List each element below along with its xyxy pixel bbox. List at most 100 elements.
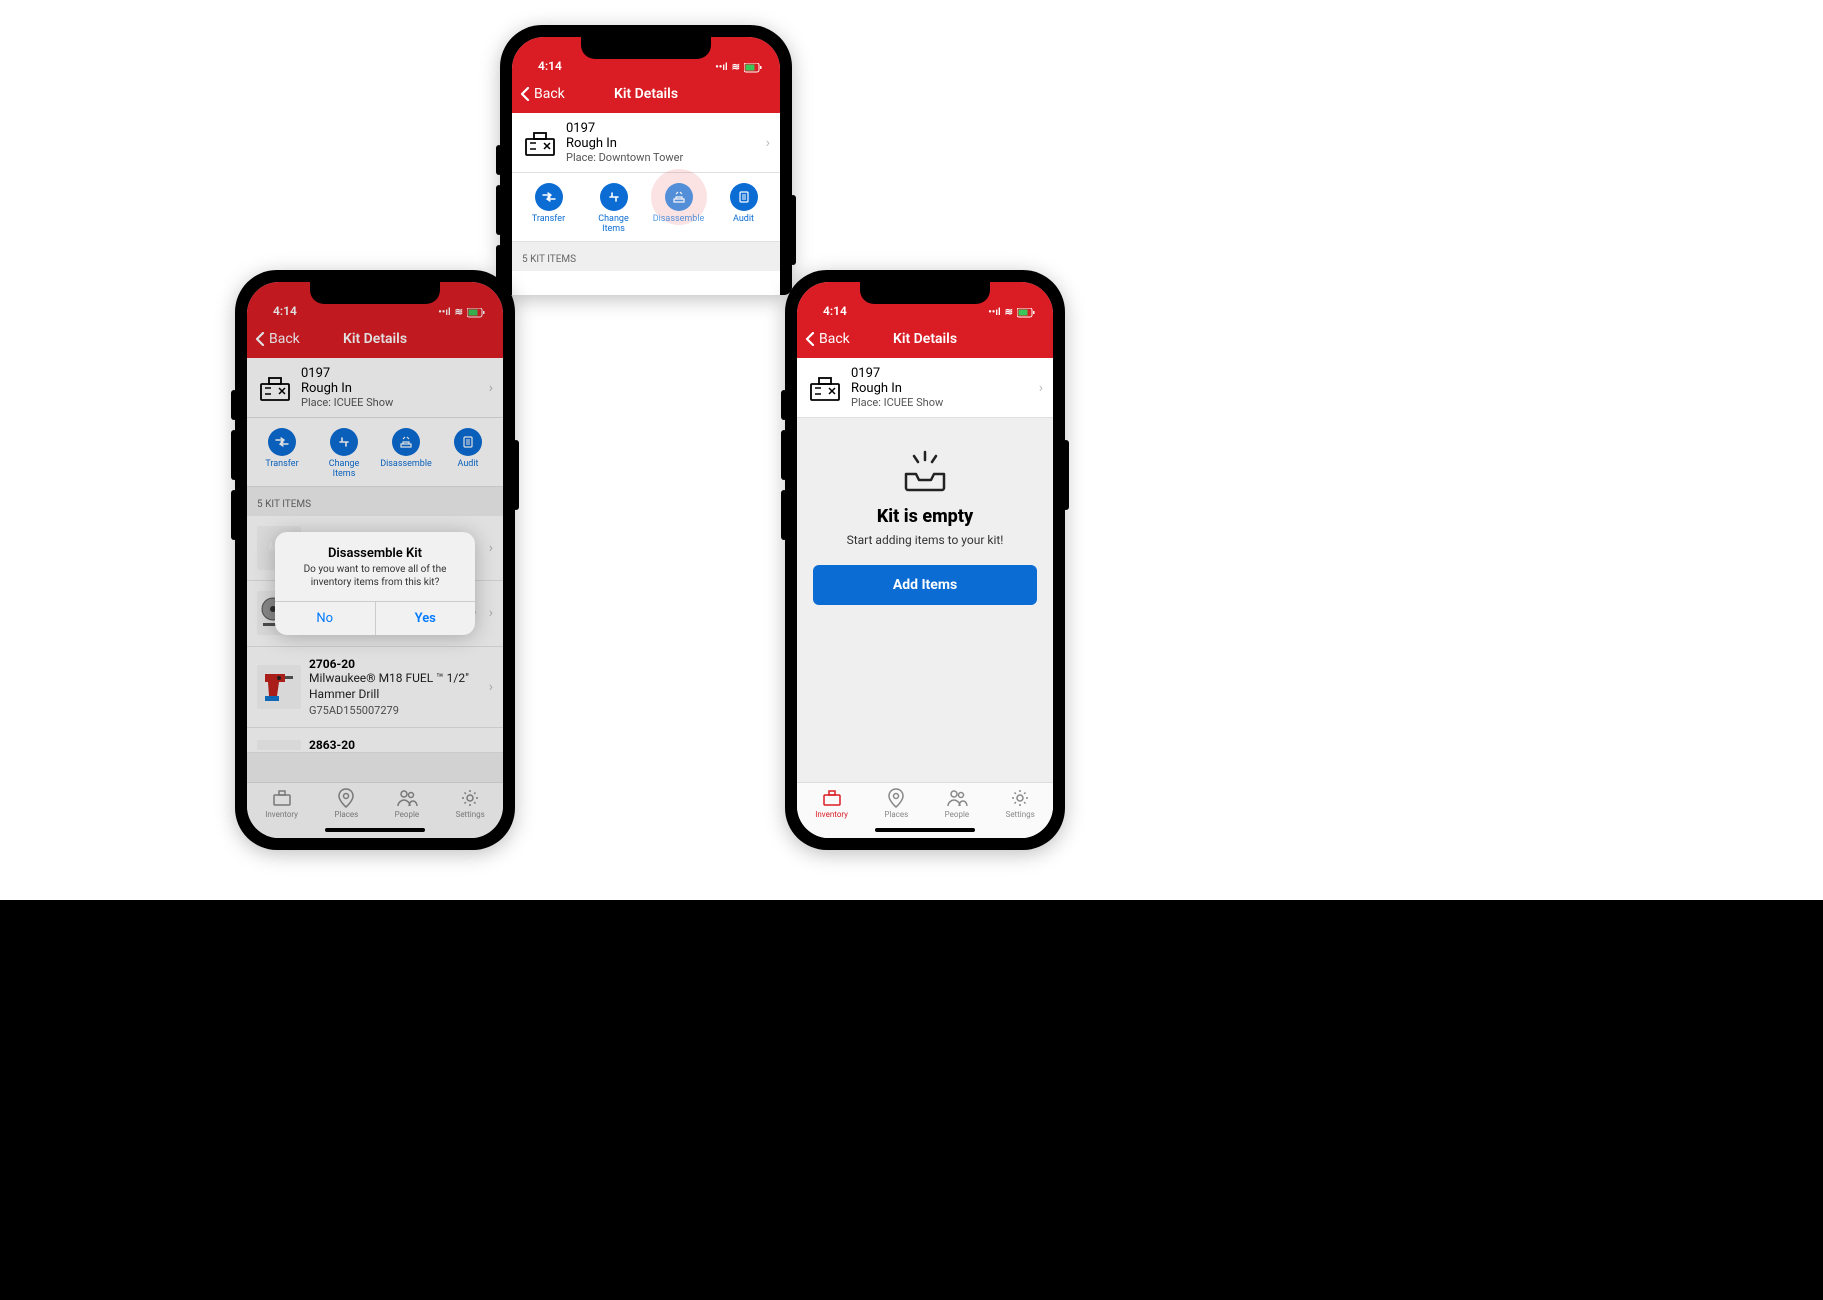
kit-id: 0197: [566, 121, 766, 136]
home-indicator[interactable]: [875, 828, 975, 832]
nav-bar: Back Kit Details: [247, 320, 503, 358]
signal-icon: ••ıl: [438, 307, 450, 318]
battery-icon: [1017, 308, 1035, 318]
kit-name: Rough In: [851, 381, 1039, 396]
device-notch: [581, 37, 711, 59]
phone-frame-left: 4:14 ••ıl ≋ Back Kit Details: [235, 270, 515, 850]
inventory-icon: [821, 787, 843, 809]
tab-label: Settings: [1006, 810, 1035, 819]
disassemble-alert: Disassemble Kit Do you want to remove al…: [275, 532, 475, 635]
kit-header-row[interactable]: 0197 Rough In Place: ICUEE Show ›: [247, 358, 503, 418]
list-item[interactable]: 2706-20 Milwaukee® M18 FUEL ™ 1/2" Hamme…: [247, 647, 503, 728]
transfer-button[interactable]: Transfer: [519, 183, 579, 235]
battery-icon: [467, 308, 485, 318]
tool-thumb: [257, 665, 301, 709]
page-title: Kit Details: [614, 86, 678, 102]
tab-label: Inventory: [265, 810, 298, 819]
tab-label: Settings: [456, 810, 485, 819]
change-items-label: Change Items: [329, 460, 360, 480]
wifi-icon: ≋: [455, 307, 463, 318]
tab-settings[interactable]: Settings: [1006, 787, 1035, 824]
kit-header-row[interactable]: 0197 Rough In Place: ICUEE Show ›: [797, 358, 1053, 418]
home-indicator[interactable]: [325, 828, 425, 832]
settings-icon: [1009, 787, 1031, 809]
audit-label: Audit: [733, 215, 754, 225]
settings-icon: [459, 787, 481, 809]
tab-label: People: [945, 810, 969, 819]
tab-inventory[interactable]: Inventory: [265, 787, 298, 824]
chevron-right-icon: ›: [489, 380, 493, 396]
places-icon: [335, 787, 357, 809]
chevron-left-icon: [520, 87, 532, 101]
action-row: Transfer Change Items Disassemble: [512, 173, 780, 242]
device-notch: [310, 282, 440, 304]
change-items-button[interactable]: Change Items: [584, 183, 644, 235]
audit-button[interactable]: Audit: [714, 183, 774, 235]
change-items-button[interactable]: Change Items: [314, 428, 374, 480]
alert-no-button[interactable]: No: [275, 602, 375, 635]
tab-label: Places: [884, 810, 908, 819]
kit-place: Place: ICUEE Show: [301, 396, 489, 409]
kit-header-row[interactable]: 0197 Rough In Place: Downtown Tower ›: [512, 113, 780, 173]
back-button[interactable]: Back: [247, 331, 300, 347]
tab-settings[interactable]: Settings: [456, 787, 485, 824]
transfer-icon: [535, 183, 563, 211]
back-button[interactable]: Back: [797, 331, 850, 347]
screen-top: 4:14 ••ıl ≋ Back Kit Details: [512, 37, 780, 295]
kit-icon: [522, 125, 558, 161]
people-icon: [396, 787, 418, 809]
chevron-right-icon: ›: [489, 679, 493, 695]
transfer-button[interactable]: Transfer: [252, 428, 312, 480]
kit-place: Place: Downtown Tower: [566, 151, 766, 164]
tab-people[interactable]: People: [945, 787, 969, 824]
kit-items-header: 5 KIT ITEMS: [512, 242, 780, 271]
kit-icon: [257, 370, 293, 406]
transfer-icon: [268, 428, 296, 456]
disassemble-button[interactable]: Disassemble: [649, 183, 709, 235]
back-label: Back: [819, 331, 850, 347]
tab-places[interactable]: Places: [334, 787, 358, 824]
disassemble-icon: [392, 428, 420, 456]
screen-left: 4:14 ••ıl ≋ Back Kit Details: [247, 282, 503, 838]
chevron-left-icon: [255, 332, 267, 346]
chevron-right-icon: ›: [1039, 380, 1043, 396]
kit-name: Rough In: [566, 136, 766, 151]
status-icons: ••ıl ≋: [715, 62, 762, 73]
empty-subtitle: Start adding items to your kit!: [847, 533, 1004, 547]
audit-icon: [730, 183, 758, 211]
kit-items-header: 5 KIT ITEMS: [247, 487, 503, 516]
audit-button[interactable]: Audit: [438, 428, 498, 480]
empty-title: Kit is empty: [877, 506, 973, 527]
back-button[interactable]: Back: [512, 86, 565, 102]
audit-label: Audit: [458, 460, 479, 470]
chevron-left-icon: [805, 332, 817, 346]
nav-bar: Back Kit Details: [797, 320, 1053, 358]
status-icons: ••ıl ≋: [988, 307, 1035, 318]
tab-places[interactable]: Places: [884, 787, 908, 824]
tab-inventory[interactable]: Inventory: [815, 787, 848, 824]
transfer-label: Transfer: [532, 215, 565, 225]
list-item[interactable]: 2863-20: [247, 728, 503, 753]
audit-icon: [454, 428, 482, 456]
tab-people[interactable]: People: [395, 787, 419, 824]
alert-message: Do you want to remove all of the invento…: [287, 563, 463, 589]
tab-label: Places: [334, 810, 358, 819]
alert-yes-button[interactable]: Yes: [375, 602, 476, 635]
empty-tray-icon: [900, 448, 950, 492]
status-icons: ••ıl ≋: [438, 307, 485, 318]
change-items-icon: [600, 183, 628, 211]
alert-title: Disassemble Kit: [287, 546, 463, 561]
chevron-right-icon: ›: [489, 540, 493, 556]
action-row: Transfer Change Items Disassemble Audit: [247, 418, 503, 487]
phone-frame-top: 4:14 ••ıl ≋ Back Kit Details: [500, 25, 792, 295]
disassemble-button[interactable]: Disassemble: [376, 428, 436, 480]
page-footer-bar: [0, 900, 1823, 1300]
transfer-label: Transfer: [265, 460, 298, 470]
add-items-button[interactable]: Add Items: [813, 565, 1037, 605]
signal-icon: ••ıl: [715, 62, 727, 73]
people-icon: [946, 787, 968, 809]
inventory-icon: [271, 787, 293, 809]
page-title: Kit Details: [893, 331, 957, 347]
tool-thumb: [257, 740, 301, 750]
tab-label: Inventory: [815, 810, 848, 819]
